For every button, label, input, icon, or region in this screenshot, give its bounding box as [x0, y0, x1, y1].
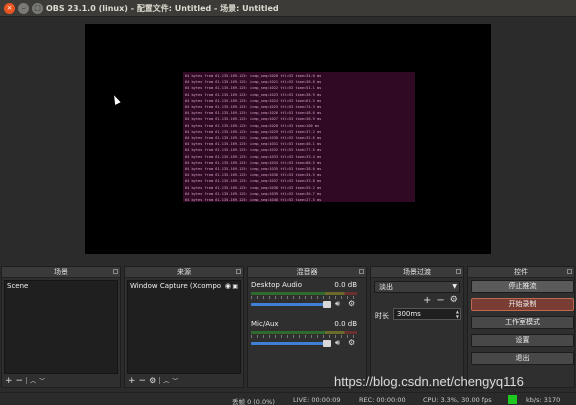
- undock-icon[interactable]: [456, 269, 461, 274]
- stop-streaming-button[interactable]: 停止推流: [471, 280, 574, 293]
- gear-icon[interactable]: ⚙: [348, 338, 355, 347]
- transitions-panel-title: 场景过渡: [403, 268, 431, 276]
- window-controls: × – □: [4, 3, 43, 14]
- bitrate: kb/s: 3170: [526, 396, 561, 404]
- scenes-panel: 场景 Scene + − ︿ ﹀: [1, 266, 121, 388]
- preview-area: 64 bytes from 61.135.169.125: icmp_seq=1…: [0, 17, 576, 264]
- visibility-eye-icon[interactable]: ◉: [225, 281, 231, 292]
- move-up-icon[interactable]: ︿: [30, 376, 36, 385]
- duration-label: 时长: [375, 312, 389, 320]
- transitions-panel-header: 场景过渡: [371, 267, 463, 278]
- settings-button[interactable]: 设置: [471, 334, 574, 347]
- mouse-cursor-icon: [111, 94, 121, 105]
- volume-slider[interactable]: [251, 342, 329, 345]
- controls-panel-header: 控件: [468, 267, 574, 278]
- dropped-frames: 丢帧 0 (0.0%): [232, 398, 275, 405]
- list-item[interactable]: Window Capture (Xcompo ◉ ▣: [128, 281, 240, 292]
- duration-value: 300ms: [397, 310, 421, 318]
- sources-panel-header: 来源: [125, 267, 243, 278]
- cpu-fps: CPU: 3.3%, 30.00 fps: [423, 396, 492, 404]
- add-icon[interactable]: +: [423, 295, 431, 306]
- speaker-icon[interactable]: 🔊︎: [335, 299, 340, 309]
- volume-slider-handle[interactable]: [323, 301, 331, 308]
- dock-buttons: [236, 269, 241, 274]
- gear-icon[interactable]: ⚙: [149, 376, 156, 385]
- dock-buttons: [567, 269, 572, 274]
- gear-icon[interactable]: ⚙: [450, 295, 458, 306]
- spinner-arrows-icon[interactable]: ▲ ▼: [456, 309, 459, 319]
- sources-toolbar: + − ⚙ ︿ ﹀: [128, 375, 178, 386]
- undock-icon[interactable]: [567, 269, 572, 274]
- title-bar: × – □ OBS 23.1.0 (linux) - 配置文件: Untitle…: [0, 0, 576, 17]
- undock-icon[interactable]: [113, 269, 118, 274]
- transition-selected: 淡出: [379, 283, 393, 291]
- scenes-toolbar: + − ︿ ﹀: [5, 375, 45, 386]
- volume-meter: [251, 331, 357, 334]
- controls-panel-title: 控件: [514, 268, 528, 276]
- sources-panel-title: 来源: [177, 268, 191, 276]
- move-up-icon[interactable]: ︿: [163, 376, 169, 385]
- preview-canvas[interactable]: 64 bytes from 61.135.169.125: icmp_seq=1…: [85, 24, 491, 254]
- move-down-icon[interactable]: ﹀: [39, 376, 45, 385]
- transition-select[interactable]: 淡出 ▼: [374, 281, 460, 293]
- minimize-icon[interactable]: –: [18, 3, 29, 14]
- meter-scale: [251, 335, 357, 338]
- status-bar: 丢帧 0 (0.0%) LIVE: 00:00:09 REC: 00:00:00…: [0, 392, 576, 405]
- window-title: OBS 23.1.0 (linux) - 配置文件: Untitled - 场景…: [46, 4, 279, 13]
- mixer-panel-header: 混音器: [248, 267, 366, 278]
- sources-panel: 来源 Window Capture (Xcompo ◉ ▣ + − ⚙ ︿ ﹀: [124, 266, 244, 388]
- move-down-icon[interactable]: ﹀: [172, 376, 178, 385]
- transition-buttons: + − ⚙: [423, 295, 458, 306]
- maximize-icon[interactable]: □: [32, 3, 43, 14]
- studio-mode-button[interactable]: 工作室模式: [471, 316, 574, 329]
- controls-panel: 控件 停止推流 开始录制 工作室模式 设置 退出: [467, 266, 575, 388]
- duration-input[interactable]: 300ms ▲ ▼: [393, 308, 461, 320]
- close-icon[interactable]: ×: [4, 3, 15, 14]
- gear-icon[interactable]: ⚙: [348, 299, 355, 308]
- start-recording-button[interactable]: 开始录制: [471, 298, 574, 311]
- scenes-panel-title: 场景: [54, 268, 68, 276]
- remove-icon[interactable]: −: [16, 376, 24, 386]
- terminal-line: 64 bytes from 61.135.169.125: icmp_seq=1…: [185, 198, 322, 202]
- watermark: https://blog.csdn.net/chengyq116: [334, 374, 524, 389]
- meter-scale: [251, 296, 357, 299]
- rec-time: REC: 00:00:00: [359, 396, 406, 404]
- mixer-channel-desktop-audio: Desktop Audio 0.0 dB 🔊︎ ⚙: [251, 281, 357, 308]
- channel-db: 0.0 dB: [334, 320, 357, 328]
- lock-icon[interactable]: ▣: [232, 281, 238, 292]
- dock-buttons: [113, 269, 118, 274]
- scenes-list[interactable]: Scene: [4, 280, 118, 374]
- transitions-panel: 场景过渡 淡出 ▼ + − ⚙ 时长 300ms ▲ ▼: [370, 266, 464, 388]
- remove-icon[interactable]: −: [436, 295, 444, 306]
- live-time: LIVE: 00:00:09: [293, 396, 341, 404]
- dock-buttons: [359, 269, 364, 274]
- volume-slider[interactable]: [251, 303, 329, 306]
- volume-meter: [251, 292, 357, 295]
- captured-terminal-window: 64 bytes from 61.135.169.125: icmp_seq=1…: [183, 72, 415, 202]
- dock-buttons: [456, 269, 461, 274]
- undock-icon[interactable]: [236, 269, 241, 274]
- volume-slider-handle[interactable]: [323, 340, 331, 347]
- undock-icon[interactable]: [359, 269, 364, 274]
- mixer-panel: 混音器 Desktop Audio 0.0 dB 🔊︎ ⚙ Mic/Aux 0.…: [247, 266, 367, 388]
- channel-db: 0.0 dB: [334, 281, 357, 289]
- divider: [26, 377, 28, 384]
- exit-button[interactable]: 退出: [471, 352, 574, 365]
- stream-health-indicator: [508, 395, 517, 404]
- remove-icon[interactable]: −: [139, 376, 147, 386]
- scenes-panel-header: 场景: [2, 267, 120, 278]
- source-name: Window Capture (Xcompo: [130, 282, 222, 290]
- mixer-channel-mic-aux: Mic/Aux 0.0 dB 🔊︎ ⚙: [251, 320, 357, 347]
- sources-list[interactable]: Window Capture (Xcompo ◉ ▣: [127, 280, 241, 374]
- add-icon[interactable]: +: [5, 376, 13, 386]
- add-icon[interactable]: +: [128, 376, 136, 386]
- divider: [159, 377, 161, 384]
- list-item[interactable]: Scene: [5, 281, 117, 292]
- mixer-panel-title: 混音器: [296, 268, 318, 276]
- chevron-down-icon: ▼: [452, 283, 457, 290]
- speaker-icon[interactable]: 🔊︎: [335, 338, 340, 348]
